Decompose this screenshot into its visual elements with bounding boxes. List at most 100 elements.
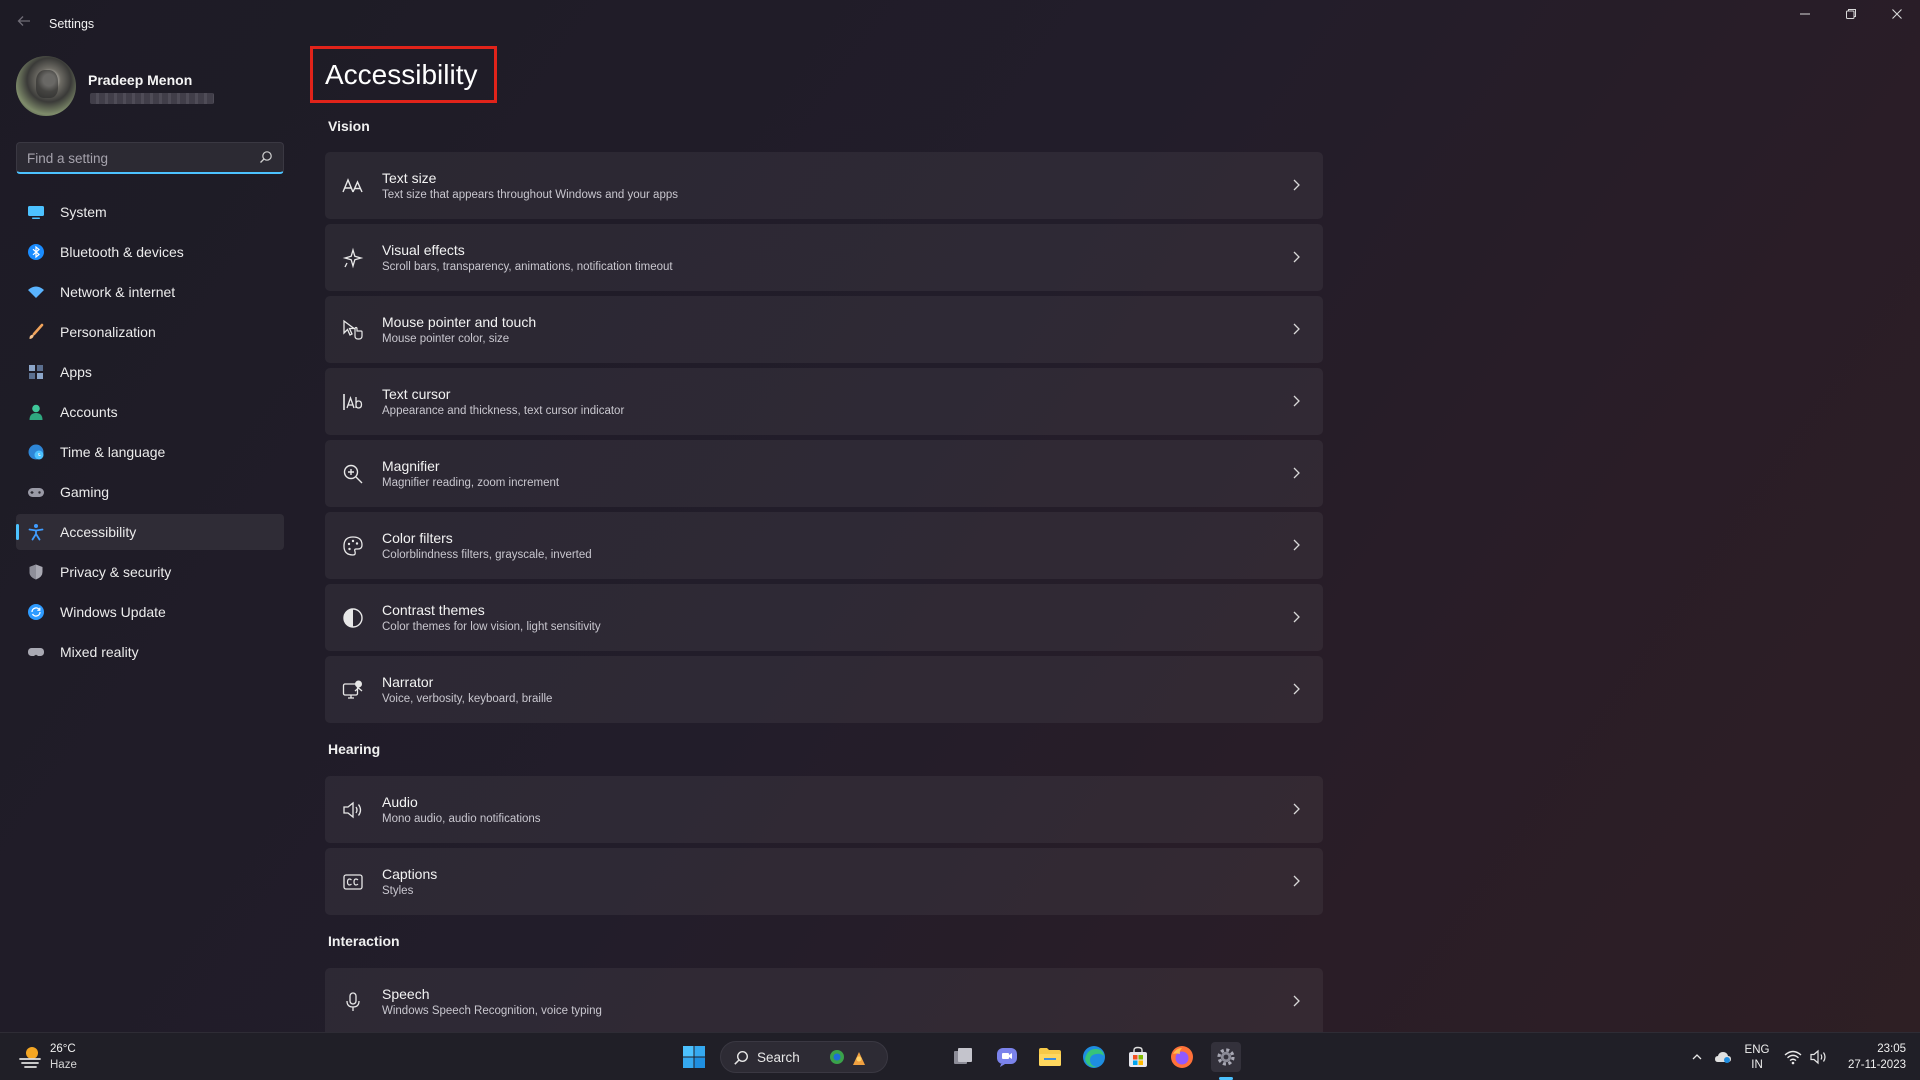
sidebar-item-privacy-security[interactable]: Privacy & security xyxy=(16,554,284,590)
store-icon xyxy=(1129,1046,1147,1067)
avatar xyxy=(16,56,76,116)
sidebar-item-label: Mixed reality xyxy=(60,644,139,660)
teams-chat-button[interactable] xyxy=(992,1042,1022,1072)
close-button[interactable] xyxy=(1882,8,1912,24)
chevron-right-icon xyxy=(1293,683,1300,695)
network-tray-button[interactable] xyxy=(1780,1042,1806,1072)
weather-description: Haze xyxy=(50,1059,77,1071)
onedrive-tray-button[interactable] xyxy=(1710,1042,1736,1072)
wifi-icon xyxy=(26,282,46,302)
back-button[interactable] xyxy=(14,14,34,34)
sidebar-item-accessibility[interactable]: Accessibility xyxy=(16,514,284,550)
start-button[interactable] xyxy=(679,1042,709,1072)
update-icon xyxy=(26,602,46,622)
captions-icon xyxy=(341,870,365,894)
edge-browser-button[interactable] xyxy=(1079,1042,1109,1072)
microsoft-store-button[interactable] xyxy=(1123,1042,1153,1072)
windows-logo-icon xyxy=(683,1046,705,1068)
chevron-right-icon xyxy=(1293,803,1300,815)
setting-subtitle: Mouse pointer color, size xyxy=(382,333,510,345)
sidebar-item-label: Network & internet xyxy=(60,284,176,300)
firefox-icon xyxy=(1171,1046,1193,1068)
volume-tray-button[interactable] xyxy=(1806,1042,1832,1072)
clock-time[interactable]: 23:05 xyxy=(1832,1043,1906,1055)
setting-visual-effects[interactable]: Visual effects Scroll bars, transparency… xyxy=(325,224,1323,291)
setting-captions[interactable]: Captions Styles xyxy=(325,848,1323,915)
setting-mouse-pointer-touch[interactable]: Mouse pointer and touch Mouse pointer co… xyxy=(325,296,1323,363)
sidebar-item-label: Personalization xyxy=(60,324,156,340)
narrator-icon xyxy=(341,678,365,702)
minimize-button[interactable] xyxy=(1790,8,1820,24)
page-title-highlight: Accessibility xyxy=(310,46,497,103)
sidebar-item-accounts[interactable]: Accounts xyxy=(16,394,284,430)
shield-icon xyxy=(26,562,46,582)
setting-magnifier[interactable]: Magnifier Magnifier reading, zoom increm… xyxy=(325,440,1323,507)
setting-subtitle: Color themes for low vision, light sensi… xyxy=(382,621,601,633)
setting-text-size[interactable]: Text size Text size that appears through… xyxy=(325,152,1323,219)
setting-title: Mouse pointer and touch xyxy=(382,314,537,330)
microphone-icon xyxy=(341,990,365,1014)
weather-temperature: 26°C xyxy=(50,1043,76,1055)
show-hidden-icons-button[interactable] xyxy=(1683,1042,1711,1072)
setting-speech[interactable]: Speech Windows Speech Recognition, voice… xyxy=(325,968,1323,1032)
setting-title: Text cursor xyxy=(382,386,451,402)
file-explorer-button[interactable] xyxy=(1035,1042,1065,1072)
sidebar-item-windows-update[interactable]: Windows Update xyxy=(16,594,284,630)
sidebar-item-mixed-reality[interactable]: Mixed reality xyxy=(16,634,284,670)
search-input[interactable] xyxy=(27,149,247,167)
task-view-button[interactable] xyxy=(948,1042,978,1072)
apps-icon xyxy=(26,362,46,382)
page-title: Accessibility xyxy=(325,59,478,90)
setting-subtitle: Text size that appears throughout Window… xyxy=(382,189,678,201)
setting-audio[interactable]: Audio Mono audio, audio notifications xyxy=(325,776,1323,843)
user-profile[interactable]: Pradeep Menon xyxy=(16,56,286,118)
sidebar-item-label: Accounts xyxy=(60,404,118,420)
setting-subtitle: Mono audio, audio notifications xyxy=(382,813,541,825)
setting-text-cursor[interactable]: Text cursor Appearance and thickness, te… xyxy=(325,368,1323,435)
taskbar-search[interactable]: Search xyxy=(720,1041,888,1073)
setting-subtitle: Windows Speech Recognition, voice typing xyxy=(382,1005,602,1017)
edge-icon xyxy=(1083,1046,1105,1068)
haze-weather-icon[interactable] xyxy=(18,1044,44,1070)
sidebar-item-label: Gaming xyxy=(60,484,110,500)
chevron-right-icon xyxy=(1293,875,1300,887)
sidebar-item-time-language[interactable]: Time & language xyxy=(16,434,284,470)
setting-narrator[interactable]: Narrator Voice, verbosity, keyboard, bra… xyxy=(325,656,1323,723)
pointer-touch-icon xyxy=(341,318,365,342)
settings-search-box xyxy=(16,142,284,174)
setting-color-filters[interactable]: Color filters Colorblindness filters, gr… xyxy=(325,512,1323,579)
sidebar-item-personalization[interactable]: Personalization xyxy=(16,314,284,350)
sparkle-icon xyxy=(341,246,365,270)
settings-app-button[interactable] xyxy=(1211,1042,1241,1072)
setting-title: Text size xyxy=(382,170,437,186)
close-icon xyxy=(1892,9,1902,19)
bluetooth-icon xyxy=(26,242,46,262)
clock-date[interactable]: 27-11-2023 xyxy=(1832,1059,1906,1071)
setting-title: Speech xyxy=(382,986,430,1002)
setting-subtitle: Magnifier reading, zoom increment xyxy=(382,477,560,489)
setting-title: Visual effects xyxy=(382,242,465,258)
search-icon[interactable] xyxy=(259,150,273,164)
sidebar-item-network[interactable]: Network & internet xyxy=(16,274,284,310)
minimize-icon xyxy=(1800,13,1810,15)
text-size-icon xyxy=(341,174,365,198)
gear-icon xyxy=(1217,1048,1235,1066)
setting-title: Magnifier xyxy=(382,458,440,474)
setting-contrast-themes[interactable]: Contrast themes Color themes for low vis… xyxy=(325,584,1323,651)
globe-clock-icon xyxy=(26,442,46,462)
language-indicator-line1[interactable]: ENG xyxy=(1744,1044,1770,1056)
app-title: Settings xyxy=(49,17,95,31)
chevron-right-icon xyxy=(1293,179,1300,191)
magnifier-icon xyxy=(341,462,365,486)
palette-icon xyxy=(341,534,365,558)
settings-window: Settings Pradeep Menon System Bluetooth … xyxy=(0,0,1920,1032)
sidebar-item-system[interactable]: System xyxy=(16,194,284,230)
sidebar-item-apps[interactable]: Apps xyxy=(16,354,284,390)
setting-subtitle: Scroll bars, transparency, animations, n… xyxy=(382,261,673,273)
restore-button[interactable] xyxy=(1836,8,1866,24)
text-cursor-icon xyxy=(341,390,365,414)
sidebar-item-bluetooth[interactable]: Bluetooth & devices xyxy=(16,234,284,270)
sidebar-item-gaming[interactable]: Gaming xyxy=(16,474,284,510)
firefox-button[interactable] xyxy=(1167,1042,1197,1072)
setting-title: Audio xyxy=(382,794,418,810)
